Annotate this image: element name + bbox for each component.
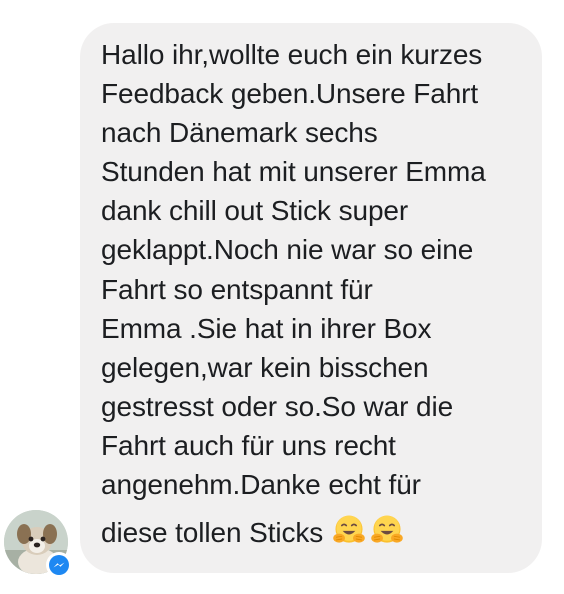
message-line: Stunden hat mit unserer Emma bbox=[101, 156, 486, 188]
hugging-face-icon bbox=[371, 515, 403, 543]
message-line: gelegen,war kein bisschen bbox=[101, 351, 429, 383]
message-line: Fahrt so entspannt für bbox=[101, 273, 373, 305]
chat-screen: Hallo ihr,wollte euch ein kurzes Feedbac… bbox=[0, 0, 564, 594]
message-line-text: diese tollen Sticks bbox=[101, 517, 324, 549]
message-line: gestresst oder so.So war die bbox=[101, 390, 454, 422]
message-line: geklappt.Noch nie war so eine bbox=[101, 234, 474, 266]
message-line: nach Dänemark sechs bbox=[101, 117, 378, 149]
message-line: angenehm.Danke echt für bbox=[101, 469, 421, 501]
emoji-group bbox=[331, 512, 407, 558]
message-line-last: diese tollen Sticks bbox=[101, 512, 524, 558]
message-line: dank chill out Stick super bbox=[101, 195, 409, 227]
message-line: Emma .Sie hat in ihrer Box bbox=[101, 312, 432, 344]
messenger-badge-circle bbox=[49, 555, 69, 575]
message-bubble[interactable]: Hallo ihr,wollte euch ein kurzes Feedbac… bbox=[80, 23, 542, 573]
message-line: Hallo ihr,wollte euch ein kurzes bbox=[101, 39, 483, 70]
messenger-badge bbox=[46, 552, 72, 578]
hugging-face-icon bbox=[333, 515, 365, 543]
message-line: Feedback geben.Unsere Fahrt bbox=[101, 78, 479, 110]
message-line: Fahrt auch für uns recht bbox=[101, 429, 396, 461]
messenger-icon bbox=[53, 562, 65, 568]
